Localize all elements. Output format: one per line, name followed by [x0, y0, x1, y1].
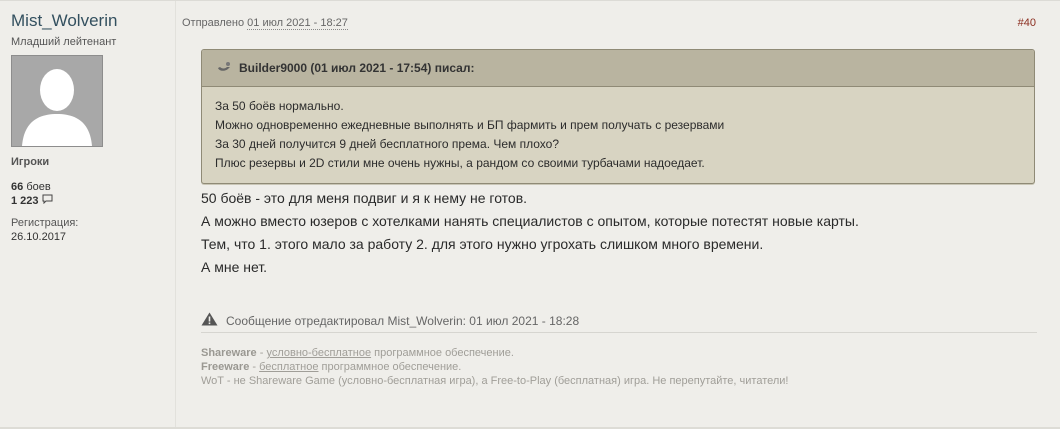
- quote-line: Можно одновременно ежедневные выполнять …: [215, 118, 725, 132]
- quote-line: За 50 боёв нормально.: [215, 99, 344, 113]
- message-line: А мне нет.: [201, 259, 268, 275]
- signature-text: программное обеспечение.: [318, 361, 462, 373]
- forum-post: Mist_Wolverin Младший лейтенант Игроки 6…: [0, 0, 1060, 429]
- registration-label: Регистрация:: [11, 217, 79, 229]
- message-line: 50 боёв - это для меня подвиг и я к нему…: [201, 190, 528, 206]
- quote-header: Builder9000 (01 июл 2021 - 17:54) писал:: [202, 50, 1034, 87]
- edit-note: Сообщение отредактировал Mist_Wolverin: …: [201, 312, 579, 329]
- author-info: Mist_Wolverin Младший лейтенант Игроки 6…: [0, 1, 176, 429]
- message-line: Тем, что 1. этого мало за работу 2. для …: [201, 236, 764, 252]
- quote-header-text: Builder9000 (01 июл 2021 - 17:54) писал:: [239, 61, 475, 75]
- author-battles: 66 боев: [11, 180, 51, 194]
- posts-count: 1 223: [11, 195, 39, 207]
- registration-date: 26.10.2017: [11, 231, 67, 243]
- signature-sep: -: [249, 361, 260, 373]
- posted-label: Отправлено: [182, 17, 245, 29]
- signature-sep: -: [256, 347, 267, 359]
- author-rank: Младший лейтенант: [11, 36, 117, 48]
- signature-text: программное обеспечение.: [371, 347, 514, 359]
- warning-icon: [201, 312, 218, 329]
- signature-term: Shareware: [201, 347, 257, 359]
- avatar[interactable]: [11, 55, 103, 147]
- quote-body: За 50 боёв нормально. Можно одновременно…: [202, 87, 1034, 173]
- signature-divider: [201, 332, 1037, 333]
- author-group: Игроки: [11, 156, 50, 168]
- quote-line: Плюс резервы и 2D стили мне очень нужны,…: [215, 156, 705, 170]
- post-number-link[interactable]: #40: [1018, 17, 1036, 29]
- author-posts[interactable]: 1 223: [11, 194, 53, 208]
- quote-line: За 30 дней получится 9 дней бесплатного …: [215, 137, 560, 151]
- speech-bubble-icon: [42, 194, 53, 208]
- quote-snap-back-icon[interactable]: [216, 61, 232, 76]
- battles-label: боев: [26, 181, 51, 193]
- signature-link[interactable]: бесплатное: [259, 361, 318, 373]
- default-avatar-icon: [12, 56, 102, 146]
- posted-date: 01 июл 2021 - 18:27: [247, 17, 348, 30]
- signature-link[interactable]: условно-бесплатное: [266, 347, 371, 359]
- signature-line: Freeware - бесплатное программное обеспе…: [201, 360, 1041, 374]
- post-date: Отправлено 01 июл 2021 - 18:27: [182, 17, 348, 30]
- edit-note-text: Сообщение отредактировал Mist_Wolverin: …: [226, 313, 580, 328]
- quote-block: Builder9000 (01 июл 2021 - 17:54) писал:…: [201, 49, 1035, 184]
- author-username-link[interactable]: Mist_Wolverin: [11, 11, 117, 31]
- battles-count: 66: [11, 181, 24, 193]
- post-message: 50 боёв - это для меня подвиг и я к нему…: [201, 187, 1041, 279]
- message-line: А можно вместо юзеров с хотелками нанять…: [201, 213, 859, 229]
- signature-line: Shareware - условно-бесплатное программн…: [201, 346, 1041, 360]
- signature-term: Freeware: [201, 361, 250, 373]
- signature-line: WoT - не Shareware Game (условно-бесплат…: [201, 375, 789, 387]
- signature: Shareware - условно-бесплатное программн…: [201, 346, 1041, 388]
